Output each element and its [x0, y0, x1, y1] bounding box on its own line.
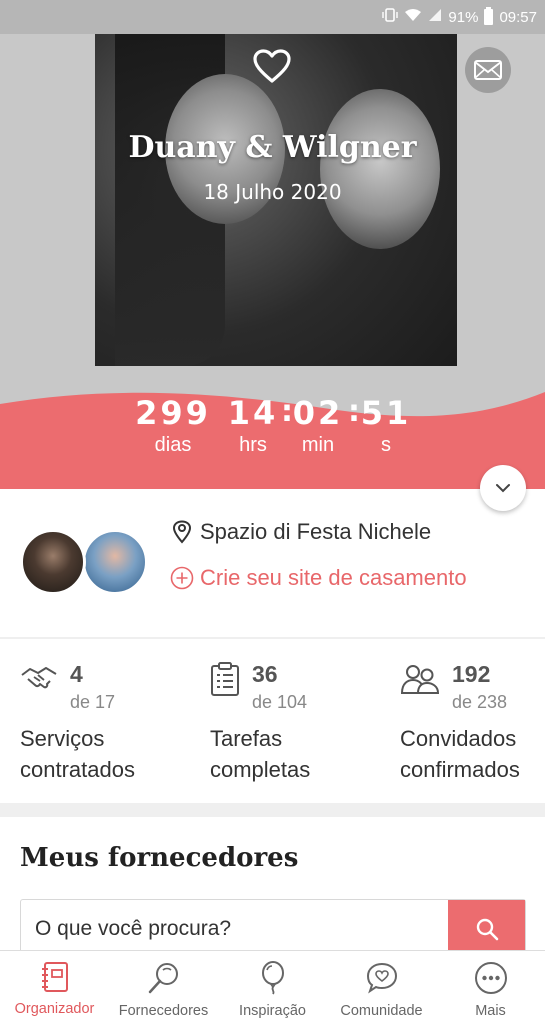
- stat-label: Tarefas completas: [210, 726, 311, 782]
- clipboard-icon: [211, 662, 239, 696]
- status-bar: 91% 09:57: [0, 0, 545, 34]
- couple-name: Duany & Wilgner: [128, 130, 417, 165]
- nav-label: Organizador: [14, 1001, 95, 1017]
- stat-value: 192: [452, 661, 491, 687]
- community-icon: [366, 962, 397, 994]
- nav-fornecedores[interactable]: Fornecedores: [109, 951, 218, 1024]
- avatar[interactable]: [20, 529, 86, 595]
- search-icon: [476, 918, 498, 941]
- hours-label: hrs: [239, 434, 267, 456]
- nav-label: Inspiração: [239, 1003, 306, 1019]
- nav-organizador[interactable]: Organizador: [0, 951, 109, 1024]
- stat-tasks[interactable]: 36 de 104 Tarefas completas: [210, 661, 355, 785]
- countdown-minutes: 02 min: [292, 394, 344, 457]
- wedding-date: 18 Julho 2020: [203, 180, 342, 204]
- minutes-value: 02: [292, 394, 344, 432]
- planner-icon: [41, 962, 68, 992]
- nav-label: Comunidade: [340, 1003, 423, 1019]
- create-website-link[interactable]: Crie seu site de casamento: [170, 565, 467, 591]
- nav-label: Fornecedores: [118, 1003, 209, 1019]
- envelope-icon: [474, 60, 502, 80]
- guests-icon: [400, 665, 440, 694]
- stat-total: de 104: [252, 692, 308, 712]
- venue-row[interactable]: Spazio di Festa Nichele: [172, 519, 431, 545]
- wifi-icon: [404, 8, 422, 26]
- search-vendors-icon: [148, 963, 178, 994]
- expand-button[interactable]: [480, 465, 526, 511]
- venue-name: Spazio di Festa Nichele: [200, 519, 432, 544]
- more-icon: [474, 962, 507, 994]
- heart-icon: [253, 49, 291, 83]
- messages-button[interactable]: [465, 47, 511, 93]
- minutes-label: min: [301, 434, 335, 456]
- stats-section: 4 de 17 Serviços contratados 36 de 104 T…: [0, 639, 545, 803]
- stat-label: Serviços contratados: [20, 726, 135, 782]
- seconds-value: 51: [360, 394, 412, 432]
- handshake-icon: [21, 667, 57, 689]
- stat-total: de 17: [70, 692, 116, 712]
- colon-separator: :: [348, 394, 360, 429]
- signal-icon: [428, 8, 442, 26]
- plus-circle-icon: [170, 566, 194, 590]
- vibrate-icon: [382, 7, 399, 27]
- countdown-days: 299 dias: [133, 394, 213, 457]
- countdown-hours: 14 hrs: [227, 394, 279, 457]
- suppliers-section: Meus fornecedores: [0, 817, 545, 959]
- wedding-info-card: Spazio di Festa Nichele Crie seu site de…: [0, 489, 545, 637]
- chevron-down-icon: [496, 484, 510, 493]
- days-label: dias: [154, 434, 192, 456]
- stat-services[interactable]: 4 de 17 Serviços contratados: [20, 661, 165, 785]
- days-value: 299: [135, 394, 211, 432]
- stat-guests[interactable]: 192 de 238 Convidados confirmados: [400, 661, 545, 785]
- location-pin-icon: [172, 520, 192, 544]
- clock: 09:57: [499, 8, 537, 26]
- stat-value: 4: [70, 661, 83, 687]
- battery-percent: 91%: [448, 8, 479, 26]
- battery-icon: [484, 7, 494, 25]
- countdown: 299 dias 14 hrs : 02 min : 51 s: [0, 394, 545, 489]
- balloon-icon: [261, 961, 284, 995]
- countdown-seconds: 51 s: [360, 394, 412, 457]
- nav-comunidade[interactable]: Comunidade: [327, 951, 436, 1024]
- hero: Duany & Wilgner 18 Julho 2020 299 dias 1…: [0, 34, 545, 489]
- stat-label: Convidados confirmados: [400, 726, 520, 782]
- section-title: Meus fornecedores: [20, 843, 299, 873]
- nav-mais[interactable]: Mais: [436, 951, 545, 1024]
- bottom-nav: Organizador Fornecedores Inspiração Comu…: [0, 950, 545, 1024]
- stat-total: de 238: [452, 692, 508, 712]
- stat-value: 36: [252, 661, 278, 687]
- hours-value: 14: [227, 394, 279, 432]
- create-website-label: Crie seu site de casamento: [200, 565, 467, 590]
- nav-inspiracao[interactable]: Inspiração: [218, 951, 327, 1024]
- seconds-label: s: [381, 434, 391, 456]
- avatar[interactable]: [82, 529, 148, 595]
- nav-label: Mais: [475, 1003, 506, 1019]
